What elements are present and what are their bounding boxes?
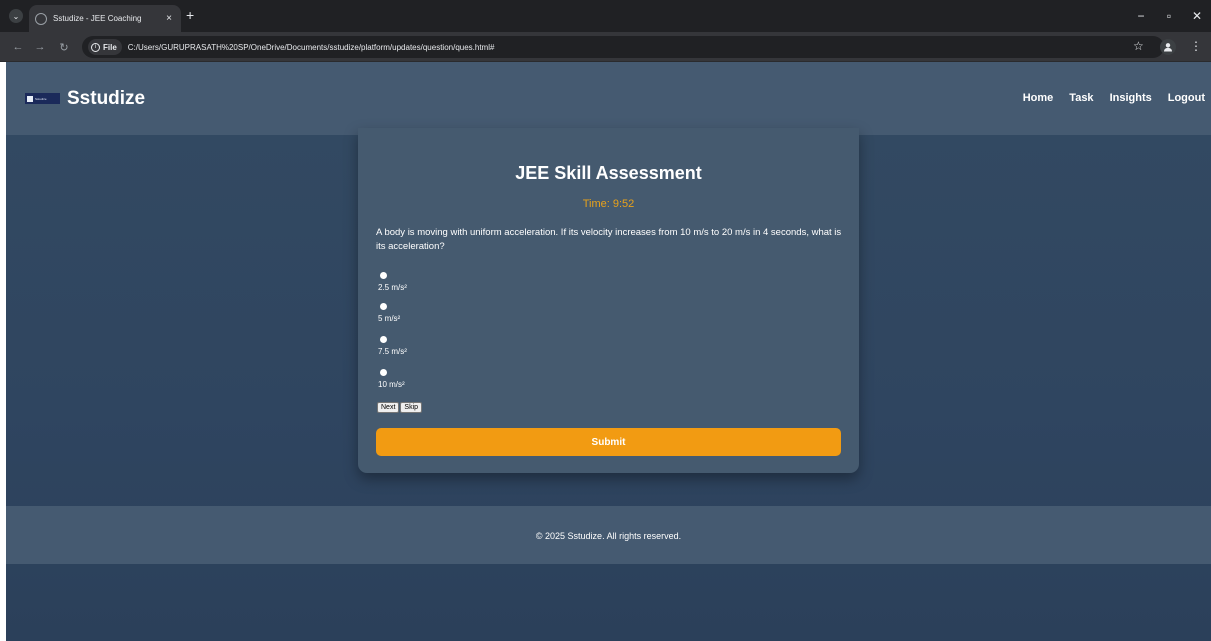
timer: Time: 9:52 (582, 198, 635, 210)
globe-icon (35, 12, 47, 25)
tab-search-chevron-icon[interactable]: ⌄ (9, 9, 23, 23)
restore-icon[interactable]: ▫ (1155, 0, 1183, 32)
nav-home[interactable]: Home (1023, 92, 1054, 104)
nav-task[interactable]: Task (1069, 92, 1093, 104)
assessment-title: JEE Skill Assessment (515, 163, 702, 183)
bookmark-star-icon[interactable]: ☆ (1133, 40, 1144, 52)
reload-icon[interactable]: ↻ (56, 39, 72, 55)
option-radio[interactable] (380, 303, 387, 310)
browser-menu-icon[interactable]: ⋮ (1190, 39, 1202, 53)
window-close-icon[interactable]: ✕ (1183, 0, 1211, 32)
option-radio[interactable] (380, 336, 387, 343)
copyright-text: © 2025 Sstudize. All rights reserved. (535, 531, 682, 541)
minimize-icon[interactable]: − (1127, 0, 1155, 32)
url-field[interactable]: i File C:/Users/GURUPRASATH%20SP/OneDriv… (82, 36, 1164, 58)
page-viewport: Sstudize Sstudize Home Task Insights Log… (6, 62, 1211, 641)
skip-button[interactable]: Skip (400, 402, 423, 413)
option-2[interactable]: 5 m/s² (378, 303, 400, 323)
site-info-chip[interactable]: i File (88, 39, 122, 55)
site-footer: © 2025 Sstudize. All rights reserved. (6, 506, 1211, 564)
main-nav: Home Task Insights Logout (1007, 92, 1205, 104)
option-label: 10 m/s² (378, 380, 405, 389)
browser-tab-bar: ⌄ Sstudize - JEE Coaching × + − ▫ ✕ (0, 0, 1211, 32)
nav-logout[interactable]: Logout (1168, 92, 1205, 104)
question-text: A body is moving with uniform accelerati… (376, 227, 842, 252)
option-label: 5 m/s² (378, 314, 401, 323)
back-arrow-icon[interactable]: ← (10, 39, 26, 55)
option-label: 7.5 m/s² (378, 347, 407, 356)
profile-avatar-icon[interactable] (1160, 39, 1176, 55)
tab-title: Sstudize - JEE Coaching (53, 14, 142, 23)
question-nav-buttons: Next Skip (377, 402, 423, 413)
window-controls: − ▫ ✕ (1127, 0, 1211, 32)
tab-close-icon[interactable]: × (163, 13, 175, 24)
submit-button[interactable]: Submit (376, 428, 841, 456)
option-radio[interactable] (380, 369, 387, 376)
logo-mark-icon (27, 95, 33, 102)
option-3[interactable]: 7.5 m/s² (378, 336, 407, 356)
nav-insights[interactable]: Insights (1110, 92, 1152, 104)
next-button[interactable]: Next (377, 402, 400, 413)
logo-text: Sstudize (35, 96, 47, 101)
option-label: 2.5 m/s² (378, 283, 407, 292)
info-icon: i (91, 42, 100, 52)
url-text: C:/Users/GURUPRASATH%20SP/OneDrive/Docum… (127, 42, 495, 52)
brand-name: Sstudize (67, 88, 146, 109)
browser-tab[interactable]: Sstudize - JEE Coaching × (29, 5, 181, 32)
file-label: File (103, 42, 117, 52)
option-1[interactable]: 2.5 m/s² (378, 272, 407, 292)
option-4[interactable]: 10 m/s² (378, 369, 405, 389)
option-radio[interactable] (380, 272, 387, 279)
logo[interactable]: Sstudize (25, 93, 60, 104)
new-tab-icon[interactable]: + (186, 8, 194, 22)
assessment-content: JEE Skill Assessment Time: 9:52 A body i… (358, 62, 859, 492)
person-icon (1164, 43, 1172, 52)
address-bar: ← → ↻ i File C:/Users/GURUPRASATH%20SP/O… (0, 32, 1211, 62)
forward-arrow-icon[interactable]: → (32, 39, 48, 55)
